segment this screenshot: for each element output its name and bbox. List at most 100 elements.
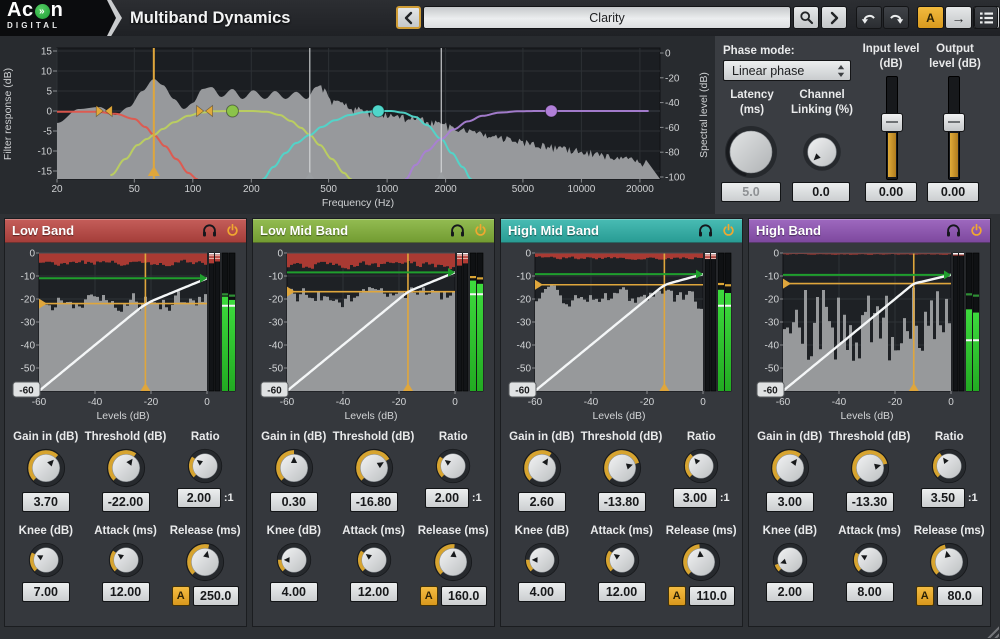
knee-knob[interactable]	[772, 542, 808, 578]
undo-button[interactable]	[856, 6, 882, 29]
svg-text:-100: -100	[665, 173, 685, 184]
gain-in-knob[interactable]	[274, 448, 314, 488]
ratio-knob[interactable]	[187, 448, 223, 484]
threshold-knob[interactable]	[602, 448, 642, 488]
gain-in-value[interactable]: 2.60	[518, 492, 566, 512]
threshold-knob[interactable]	[106, 448, 146, 488]
knee-knob[interactable]	[276, 542, 312, 578]
ratio-knob[interactable]	[683, 448, 719, 484]
input-level-value[interactable]: 0.00	[865, 182, 917, 202]
svg-text:0: 0	[948, 397, 954, 408]
power-icon[interactable]	[970, 224, 983, 237]
preset-name-field[interactable]: Clarity	[423, 6, 791, 29]
threshold-label: Threshold (dB)	[85, 431, 167, 443]
input-level-fader[interactable]	[880, 76, 902, 180]
knee-value[interactable]: 4.00	[270, 582, 318, 602]
svg-text:-40: -40	[765, 341, 780, 352]
svg-text:-10: -10	[765, 272, 780, 283]
band-level-graph[interactable]: 0-10-20-30-40-50-60-60-40-200Levels (dB)…	[5, 244, 246, 426]
release-knob[interactable]	[185, 542, 225, 582]
band-level-graph[interactable]: 0-10-20-30-40-50-60-60-40-200Levels (dB)…	[501, 244, 742, 426]
ratio-knob[interactable]	[931, 448, 967, 484]
channel-linking-knob[interactable]	[802, 132, 842, 172]
threshold-knob[interactable]	[354, 448, 394, 488]
knee-label: Knee (dB)	[515, 525, 569, 537]
band-header[interactable]: High Mid Band	[501, 219, 742, 243]
svg-text:Levels (dB): Levels (dB)	[96, 410, 149, 422]
attack-value[interactable]: 12.00	[102, 582, 150, 602]
attack-value[interactable]: 12.00	[598, 582, 646, 602]
svg-text:5: 5	[46, 87, 52, 98]
phase-mode-select[interactable]: Linear phase	[723, 60, 851, 81]
attack-knob[interactable]	[356, 542, 392, 578]
menu-button[interactable]	[974, 6, 998, 29]
svg-text:-40: -40	[665, 98, 680, 109]
preset-next-button[interactable]	[821, 6, 847, 29]
release-knob[interactable]	[929, 542, 969, 582]
ratio-value[interactable]: 2.00	[425, 488, 469, 508]
auto-release-button[interactable]: A	[420, 586, 438, 606]
release-value[interactable]: 160.0	[441, 586, 487, 606]
auto-release-button[interactable]: A	[172, 586, 190, 606]
solo-headphones-icon[interactable]	[946, 224, 961, 237]
ratio-label: Ratio	[191, 431, 220, 443]
fader-handle[interactable]	[881, 113, 903, 132]
threshold-value[interactable]: -22.00	[102, 492, 150, 512]
channel-linking-value[interactable]: 0.0	[792, 182, 850, 202]
ratio-knob[interactable]	[435, 448, 471, 484]
release-knob[interactable]	[681, 542, 721, 582]
ratio-value[interactable]: 3.00	[673, 488, 717, 508]
solo-headphones-icon[interactable]	[450, 224, 465, 237]
band-level-graph[interactable]: 0-10-20-30-40-50-60-60-40-200Levels (dB)…	[253, 244, 494, 426]
preset-search-button[interactable]	[793, 6, 819, 29]
ab-compare-a-button[interactable]: A	[917, 6, 944, 29]
knee-knob[interactable]	[524, 542, 560, 578]
gain-in-knob[interactable]	[26, 448, 66, 488]
ab-copy-button[interactable]: →	[945, 6, 972, 29]
gain-in-value[interactable]: 0.30	[270, 492, 318, 512]
svg-text:-10: -10	[21, 272, 36, 283]
band-level-graph[interactable]: 0-10-20-30-40-50-60-60-40-200Levels (dB)…	[749, 244, 990, 426]
auto-release-button[interactable]: A	[668, 586, 686, 606]
attack-knob[interactable]	[852, 542, 888, 578]
release-knob[interactable]	[433, 542, 473, 582]
power-icon[interactable]	[722, 224, 735, 237]
attack-value[interactable]: 8.00	[846, 582, 894, 602]
auto-release-button[interactable]: A	[916, 586, 934, 606]
attack-knob[interactable]	[108, 542, 144, 578]
threshold-knob[interactable]	[850, 448, 890, 488]
preset-prev-button[interactable]	[396, 6, 421, 29]
threshold-value[interactable]: -13.80	[598, 492, 646, 512]
release-value[interactable]: 110.0	[689, 586, 735, 606]
svg-text:-20: -20	[21, 295, 36, 306]
knee-value[interactable]: 4.00	[518, 582, 566, 602]
attack-value[interactable]: 12.00	[350, 582, 398, 602]
gain-in-knob[interactable]	[770, 448, 810, 488]
release-value[interactable]: 80.0	[937, 586, 983, 606]
output-level-fader[interactable]	[942, 76, 964, 180]
band-header[interactable]: Low Band	[5, 219, 246, 243]
knee-value[interactable]: 7.00	[22, 582, 70, 602]
gain-in-knob[interactable]	[522, 448, 562, 488]
band-header[interactable]: High Band	[749, 219, 990, 243]
power-icon[interactable]	[474, 224, 487, 237]
solo-headphones-icon[interactable]	[698, 224, 713, 237]
gain-in-value[interactable]: 3.70	[22, 492, 70, 512]
threshold-value[interactable]: -16.80	[350, 492, 398, 512]
output-level-value[interactable]: 0.00	[927, 182, 979, 202]
gain-in-value[interactable]: 3.00	[766, 492, 814, 512]
knee-knob[interactable]	[28, 542, 64, 578]
spectrum-graph[interactable]: 151050-5-10-150-20-40-60-80-100205010020…	[0, 36, 715, 214]
power-icon[interactable]	[226, 224, 239, 237]
ratio-value[interactable]: 2.00	[177, 488, 221, 508]
ratio-value[interactable]: 3.50	[921, 488, 965, 508]
redo-button[interactable]	[883, 6, 909, 29]
knee-value[interactable]: 2.00	[766, 582, 814, 602]
attack-knob[interactable]	[604, 542, 640, 578]
threshold-value[interactable]: -13.30	[846, 492, 894, 512]
fader-handle[interactable]	[943, 113, 965, 132]
svg-text:-20: -20	[640, 397, 655, 408]
solo-headphones-icon[interactable]	[202, 224, 217, 237]
band-header[interactable]: Low Mid Band	[253, 219, 494, 243]
release-value[interactable]: 250.0	[193, 586, 239, 606]
